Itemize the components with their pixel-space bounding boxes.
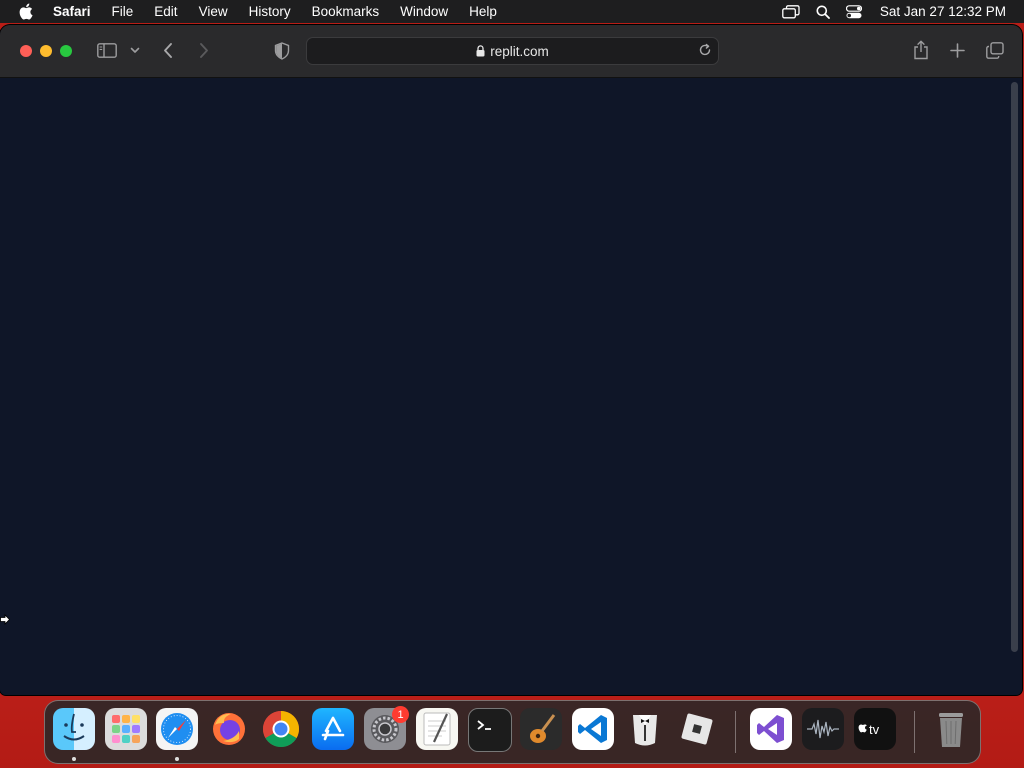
apple-menu-icon[interactable] (18, 3, 36, 21)
safari-running-indicator (175, 757, 179, 761)
share-icon[interactable] (913, 40, 929, 60)
lock-icon (476, 45, 485, 57)
reload-icon[interactable] (698, 43, 712, 57)
chrome-icon[interactable] (260, 708, 302, 750)
minimize-window-button[interactable] (40, 45, 52, 57)
menu-file[interactable]: File (112, 4, 134, 19)
garageband-icon[interactable] (520, 708, 562, 750)
menu-view[interactable]: View (199, 4, 228, 19)
safari-window: replit.com (0, 25, 1022, 695)
trash-icon[interactable] (930, 708, 972, 750)
apple-tv-icon[interactable]: tv (854, 708, 896, 750)
vertical-scrollbar[interactable] (1011, 82, 1018, 652)
close-window-button[interactable] (20, 45, 32, 57)
voice-memos-icon[interactable] (802, 708, 844, 750)
tab-overview-icon[interactable] (986, 42, 1004, 59)
safari-icon[interactable] (156, 708, 198, 750)
menu-app-name[interactable]: Safari (53, 4, 91, 19)
menu-edit[interactable]: Edit (154, 4, 177, 19)
menu-bar: Safari File Edit View History Bookmarks … (0, 0, 1024, 23)
forward-arrow-icon[interactable] (198, 42, 210, 59)
url-text: replit.com (490, 43, 549, 59)
app-store-icon[interactable] (312, 708, 354, 750)
menubar-clock[interactable]: Sat Jan 27 12:32 PM (880, 4, 1006, 19)
launchpad-icon[interactable] (105, 708, 147, 750)
dock: 1 tv (44, 700, 981, 764)
visual-studio-icon[interactable] (750, 708, 792, 750)
browser-toolbar: replit.com (0, 25, 1022, 78)
svg-text:tv: tv (869, 722, 880, 737)
spotlight-search-icon[interactable] (816, 5, 830, 19)
dock-separator (914, 711, 915, 753)
finder-icon[interactable] (53, 708, 95, 750)
new-tab-plus-icon[interactable] (950, 43, 965, 58)
roblox-icon[interactable] (676, 708, 718, 750)
menu-window[interactable]: Window (400, 4, 448, 19)
terminal-icon[interactable] (468, 708, 512, 752)
privacy-shield-icon[interactable] (274, 42, 290, 60)
back-arrow-icon[interactable] (162, 42, 174, 59)
web-content-area[interactable] (0, 78, 1022, 695)
menu-help[interactable]: Help (469, 4, 497, 19)
sidebar-toggle-icon[interactable] (97, 43, 117, 58)
settings-notification-badge: 1 (392, 706, 409, 723)
chevron-down-icon[interactable] (130, 47, 140, 54)
vscode-icon[interactable] (572, 708, 614, 750)
textedit-icon[interactable] (416, 708, 458, 750)
mouse-cursor-icon (0, 612, 11, 630)
firefox-icon[interactable] (208, 708, 250, 750)
screen-mirroring-icon[interactable] (782, 4, 800, 19)
dock-separator (735, 711, 736, 753)
finder-running-indicator (72, 757, 76, 761)
bartender-icon[interactable] (624, 708, 666, 750)
zoom-window-button[interactable] (60, 45, 72, 57)
menu-history[interactable]: History (249, 4, 291, 19)
menu-bookmarks[interactable]: Bookmarks (312, 4, 380, 19)
address-bar[interactable]: replit.com (306, 37, 719, 65)
control-center-icon[interactable] (845, 4, 862, 19)
